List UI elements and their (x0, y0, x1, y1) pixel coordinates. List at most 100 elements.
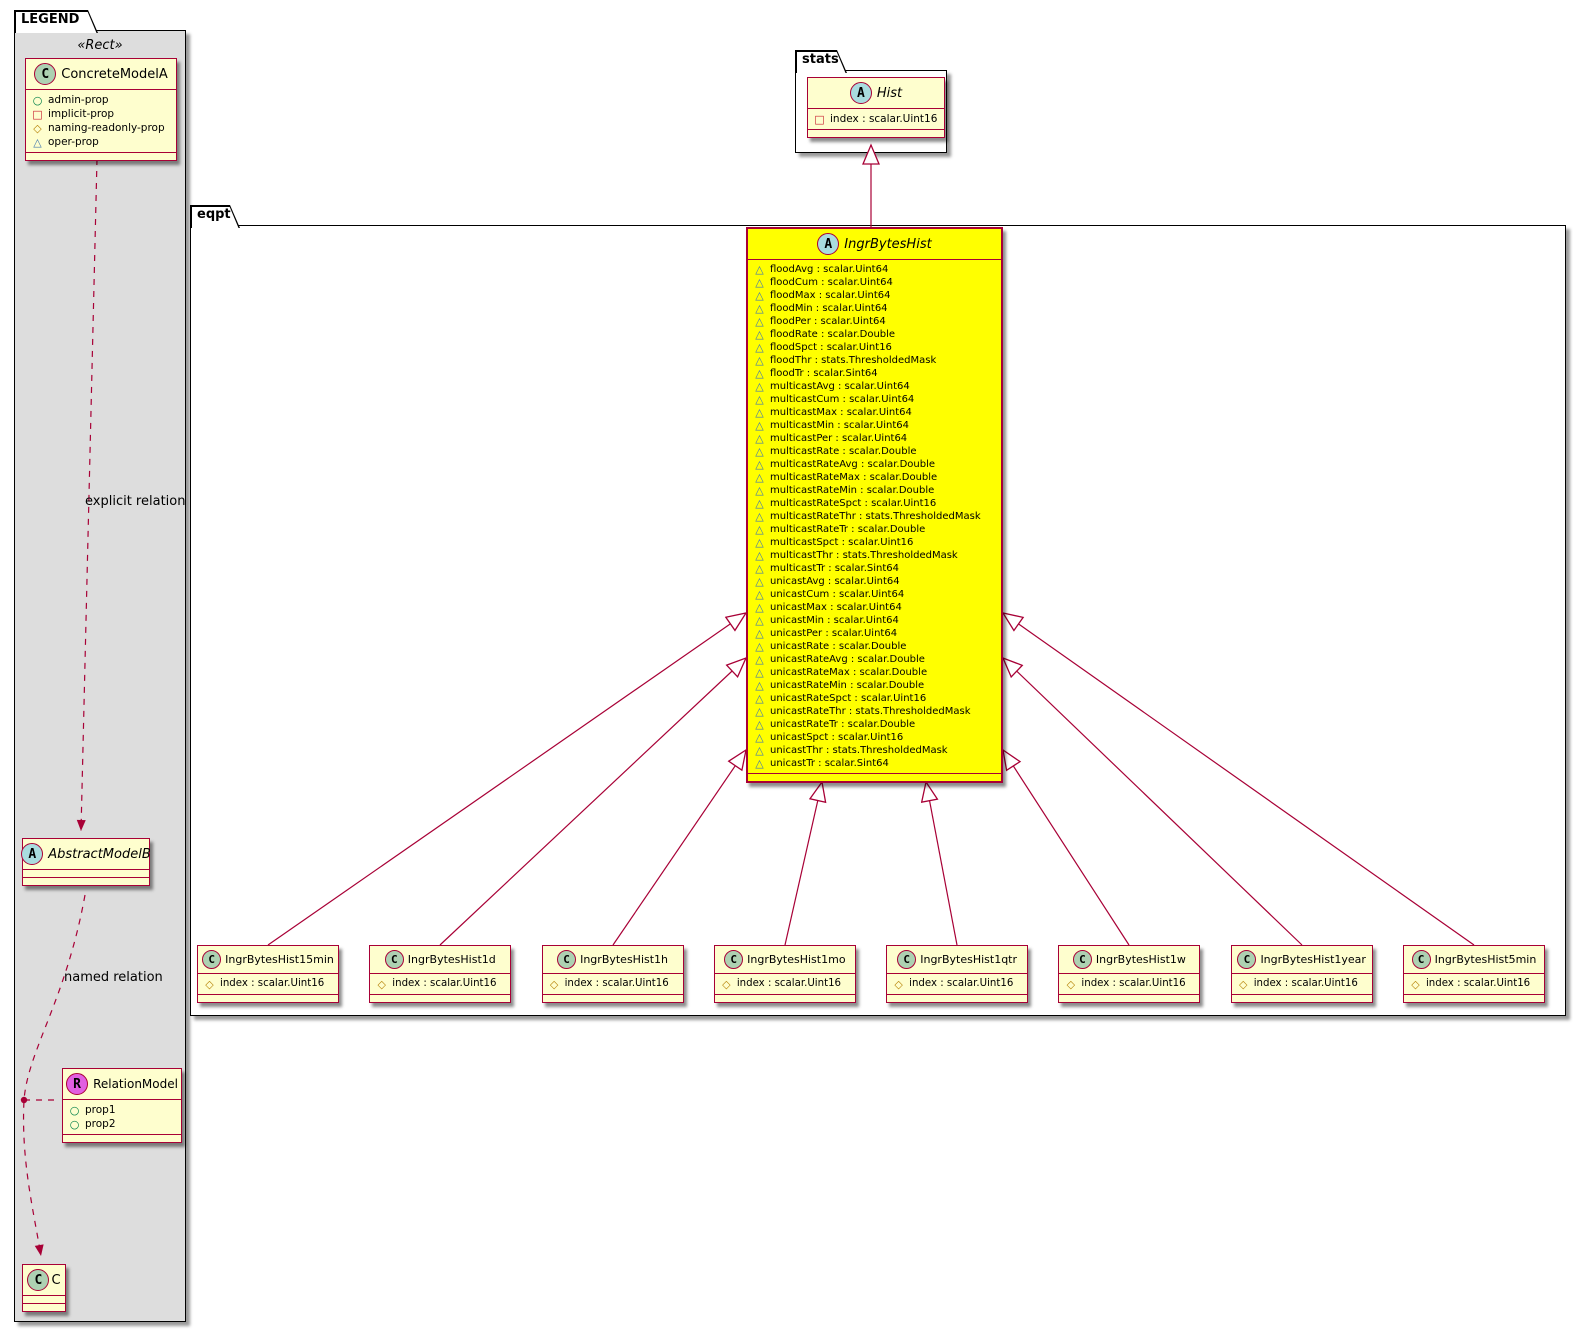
attribute-row: multicastTr : scalar.Sint64 (753, 562, 996, 575)
property-kind-icon (1064, 979, 1077, 990)
attribute-row: index : scalar.Uint16 (1064, 977, 1194, 991)
attribute-label: floodSpct : scalar.Uint16 (770, 342, 892, 353)
class-name: Hist (876, 85, 903, 101)
attribute-label: multicastMin : scalar.Uint64 (770, 420, 909, 431)
class-header: A Hist (808, 78, 944, 109)
explicit-relation-label: explicit relation (85, 494, 186, 509)
attribute-label: unicastRateThr : stats.ThresholdedMask (770, 706, 971, 717)
property-kind-icon (753, 355, 766, 366)
class-name: IngrBytesHist15min (225, 953, 334, 966)
attribute-row: unicastRateSpct : scalar.Uint16 (753, 692, 996, 705)
property-kind-icon (1237, 979, 1250, 990)
property-kind-icon (753, 498, 766, 509)
attribute-label: floodMax : scalar.Uint64 (770, 290, 891, 301)
methods-compartment (23, 1304, 65, 1311)
attribute-row: multicastRateSpct : scalar.Uint16 (753, 497, 996, 510)
legend-stereotype: «Rect» (77, 38, 123, 53)
attribute-list: floodAvg : scalar.Uint64 floodCum : scal… (748, 260, 1001, 774)
property-kind-icon (753, 654, 766, 665)
attribute-row: floodAvg : scalar.Uint64 (753, 263, 996, 276)
eqpt-package-tab: eqpt (190, 205, 240, 228)
named-relation-label: named relation (64, 970, 163, 985)
methods-compartment (23, 878, 149, 885)
attribute-label: index : scalar.Uint16 (1081, 978, 1186, 989)
attribute-label: multicastRateMax : scalar.Double (770, 472, 938, 483)
attribute-list: index : scalar.Uint16 (808, 109, 944, 130)
attribute-label: multicastSpct : scalar.Uint16 (770, 537, 914, 548)
attribute-list: index : scalar.Uint16 (1403, 974, 1544, 995)
attribute-label: floodPer : scalar.Uint64 (770, 316, 886, 327)
property-kind-icon (753, 550, 766, 561)
class-name: C (51, 1272, 61, 1288)
attribute-label: index : scalar.Uint16 (564, 978, 669, 989)
class-spot-icon: A (817, 233, 840, 255)
class-spot-icon: A (21, 843, 44, 865)
attribute-row: floodCum : scalar.Uint64 (753, 276, 996, 289)
attribute-label: unicastPer : scalar.Uint64 (770, 628, 898, 639)
attribute-label: unicastRateMax : scalar.Double (770, 667, 928, 678)
class-box: C IngrBytesHist1qtr index : scalar.Uint1… (886, 945, 1029, 1003)
property-kind-icon (68, 1105, 81, 1116)
stats-package-title: stats (802, 52, 839, 67)
attribute-list: index : scalar.Uint16 (542, 974, 683, 995)
attribute-label: index : scalar.Uint16 (736, 978, 842, 989)
attribute-row: prop1 (68, 1103, 176, 1117)
property-kind-icon (753, 264, 766, 275)
attribute-label: unicastMax : scalar.Uint64 (770, 602, 902, 613)
attribute-row: floodThr : stats.ThresholdedMask (753, 354, 996, 367)
attribute-label: index : scalar.Uint16 (220, 978, 325, 989)
attribute-label: multicastMax : scalar.Uint64 (770, 407, 912, 418)
property-kind-icon (31, 109, 44, 120)
property-kind-icon (753, 511, 766, 522)
class-spot-icon: C (1072, 950, 1092, 969)
attribute-label: prop1 (85, 1104, 116, 1116)
attribute-list: index : scalar.Uint16 (370, 974, 511, 995)
property-kind-icon (753, 316, 766, 327)
property-kind-icon (753, 589, 766, 600)
class-name: IngrBytesHist1mo (747, 953, 846, 966)
attribute-row: unicastThr : stats.ThresholdedMask (753, 744, 996, 757)
attribute-row: unicastSpct : scalar.Uint16 (753, 731, 996, 744)
attribute-row: unicastRateMin : scalar.Double (753, 679, 996, 692)
attribute-list: prop1 prop2 (63, 1100, 181, 1135)
attribute-row: index : scalar.Uint16 (1409, 977, 1539, 991)
class-name: RelationModel (93, 1077, 178, 1091)
attribute-label: multicastRateSpct : scalar.Uint16 (770, 498, 937, 509)
methods-compartment (370, 995, 510, 1002)
attribute-row: multicastMin : scalar.Uint64 (753, 419, 996, 432)
attribute-row: oper-prop (31, 135, 171, 149)
attribute-row: floodMax : scalar.Uint64 (753, 289, 996, 302)
attribute-label: multicastThr : stats.ThresholdedMask (770, 550, 958, 561)
attribute-row: index : scalar.Uint16 (375, 977, 505, 991)
attribute-label: multicastRateTr : scalar.Double (770, 524, 926, 535)
attribute-label: floodThr : stats.ThresholdedMask (770, 355, 937, 366)
class-abstract-model-b: A AbstractModelB (21, 838, 151, 886)
property-kind-icon (753, 693, 766, 704)
class-box: C IngrBytesHist5min index : scalar.Uint1… (1402, 945, 1545, 1003)
class-name: IngrBytesHist1w (1095, 953, 1186, 966)
property-kind-icon (753, 329, 766, 340)
attribute-row: multicastThr : stats.ThresholdedMask (753, 549, 996, 562)
class-name: IngrBytesHist (844, 236, 932, 252)
class-relation-model: R RelationModel prop1 prop2 (62, 1068, 182, 1143)
attribute-list: index : scalar.Uint16 (887, 974, 1028, 995)
class-name: ConcreteModelA (61, 66, 168, 82)
property-kind-icon (753, 303, 766, 314)
attribute-row: index : scalar.Uint16 (813, 112, 939, 126)
property-kind-icon (753, 277, 766, 288)
property-kind-icon (753, 472, 766, 483)
attribute-label: unicastRateSpct : scalar.Uint16 (770, 693, 927, 704)
property-kind-icon (720, 979, 733, 990)
attribute-label: index : scalar.Uint16 (909, 978, 1014, 989)
methods-compartment (808, 130, 944, 137)
property-kind-icon (753, 719, 766, 730)
class-header: C IngrBytesHist1w (1059, 946, 1200, 974)
class-box: C IngrBytesHist1year index : scalar.Uint… (1230, 945, 1373, 1003)
attribute-row: unicastPer : scalar.Uint64 (753, 627, 996, 640)
attribute-label: multicastRate : scalar.Double (770, 446, 917, 457)
attribute-row: multicastRateTr : scalar.Double (753, 523, 996, 536)
property-kind-icon (31, 137, 44, 148)
class-name: IngrBytesHist1year (1260, 953, 1366, 966)
methods-compartment (1232, 995, 1372, 1002)
property-kind-icon (753, 368, 766, 379)
